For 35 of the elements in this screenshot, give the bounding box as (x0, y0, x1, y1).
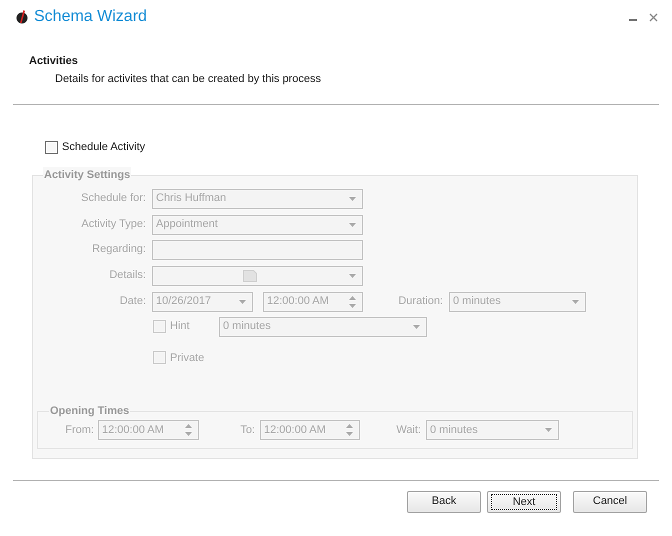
minimize-icon[interactable] (629, 18, 637, 22)
group-legend: Activity Settings (43, 166, 132, 183)
dropdown-arrow-icon (349, 196, 356, 200)
field-label: Regarding: (91, 242, 146, 258)
dropdown-arrow-icon (349, 222, 356, 226)
dropdown-arrow-icon (349, 274, 356, 278)
close-icon[interactable] (649, 12, 658, 22)
field-label: Details: (108, 268, 146, 284)
spinner-arrows-icon (346, 423, 353, 437)
window-title: Schema Wizard (34, 7, 147, 27)
dropdown-arrow-icon (239, 300, 246, 304)
checkbox[interactable] (45, 140, 58, 154)
wizard-button[interactable]: Cancel (573, 490, 647, 512)
field-label: Wait: (396, 422, 421, 438)
spinner-arrows-icon (349, 294, 356, 308)
checkbox-label: Schedule Activity (62, 140, 146, 155)
field-label: Schedule for: (80, 191, 146, 206)
app-logo-icon (16, 10, 28, 24)
wizard-button[interactable]: Next (487, 490, 561, 512)
field-label: To: (240, 422, 255, 438)
checkbox-label: Hint (170, 319, 191, 334)
group-legend: Opening Times (49, 403, 130, 420)
field-label: Activity Type: (80, 217, 146, 232)
field-label: Duration: (398, 294, 443, 310)
dropdown-arrow-icon (572, 300, 579, 304)
page-title: Activities (29, 54, 79, 69)
dropdown-arrow-icon (545, 428, 552, 432)
document-icon (243, 270, 257, 282)
page-subtitle: Details for activites that can be created by this process (54, 72, 322, 86)
dropdown-arrow-icon (413, 324, 420, 328)
wizard-button[interactable]: Back (407, 490, 481, 512)
checkbox-label: Private (170, 350, 204, 366)
spinner-arrows-icon (185, 423, 192, 437)
field-label: Date: (118, 294, 146, 310)
field-label: From: (65, 422, 94, 438)
